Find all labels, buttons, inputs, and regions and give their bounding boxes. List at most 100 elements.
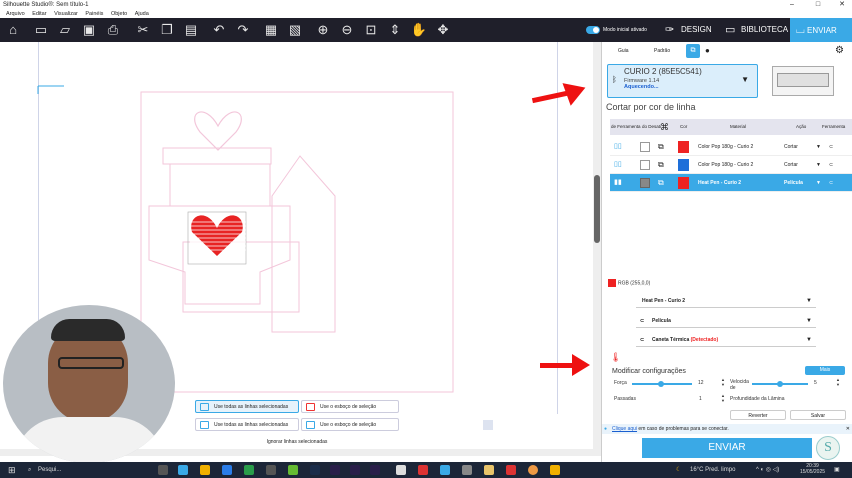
- notification-icon[interactable]: ▣: [834, 462, 840, 478]
- menu-visualizar[interactable]: Visualizar: [54, 11, 78, 17]
- menu-ajuda[interactable]: Ajuda: [135, 11, 149, 17]
- tab-line-color-icon[interactable]: ⧉: [686, 44, 700, 58]
- row-material[interactable]: Color Pop 180g - Curio 2: [698, 156, 753, 174]
- premiere-icon[interactable]: [350, 465, 360, 475]
- zoom-in-icon[interactable]: ⊕: [314, 21, 332, 39]
- tab-padrao[interactable]: Padrão: [654, 42, 670, 60]
- new-file-icon[interactable]: ▭: [32, 21, 50, 39]
- windows-start-icon[interactable]: ⊞: [8, 462, 16, 478]
- velocidade-slider-knob[interactable]: [777, 381, 783, 387]
- paste-icon[interactable]: ▤: [182, 21, 200, 39]
- menu-objeto[interactable]: Objeto: [111, 11, 127, 17]
- print-icon[interactable]: ⎙: [104, 21, 122, 39]
- group-icon[interactable]: ▦: [262, 21, 280, 39]
- save-icon[interactable]: ▣: [80, 21, 98, 39]
- explorer-icon[interactable]: [200, 465, 210, 475]
- velocidade-value[interactable]: 5: [814, 380, 817, 386]
- tab-fill-color-icon[interactable]: ●: [705, 42, 710, 60]
- clock[interactable]: 20:39 15/05/2025: [800, 463, 825, 475]
- row-material[interactable]: Color Pop 180g - Curio 2: [698, 138, 753, 156]
- maximize-button[interactable]: □: [808, 0, 828, 10]
- menu-paineis[interactable]: Painéis: [85, 11, 103, 17]
- menu-editar[interactable]: Editar: [32, 11, 46, 17]
- task-view-icon[interactable]: [158, 465, 168, 475]
- after-effects-icon[interactable]: [330, 465, 340, 475]
- reverter-button[interactable]: Reverter: [730, 410, 786, 420]
- salvar-button[interactable]: Salvar: [790, 410, 846, 420]
- action-select[interactable]: ⊂ Película ▼: [636, 314, 816, 328]
- link-row-icon[interactable]: ⧉: [658, 156, 664, 174]
- use-sketch-selection-button[interactable]: Use o esboço de seleção: [301, 400, 399, 413]
- scrollbar-thumb[interactable]: [594, 175, 600, 243]
- chevron-down-icon[interactable]: ▼: [816, 138, 821, 156]
- use-all-selected-button-2[interactable]: Use todas as linhas selecionadas: [195, 418, 299, 431]
- enviar-tab[interactable]: ⌴ ENVIAR: [790, 18, 852, 42]
- minimize-button[interactable]: –: [782, 0, 802, 10]
- table-row-selected[interactable]: ▮▮ ⧉ Heat Pen - Curio 2 Película ▼ ⊂: [610, 174, 852, 192]
- system-tray-icons[interactable]: ^ ◐ ◎ ◁): [756, 462, 779, 478]
- ungroup-icon[interactable]: ▧: [286, 21, 304, 39]
- chrome-icon[interactable]: [528, 465, 538, 475]
- copilot-icon[interactable]: [178, 465, 188, 475]
- menu-arquivo[interactable]: Arquivo: [6, 11, 25, 17]
- design-tab[interactable]: DESIGN: [681, 18, 712, 42]
- forca-value[interactable]: 12: [698, 380, 704, 386]
- velocidade-stepper[interactable]: ▲ ▼: [836, 377, 840, 387]
- app-icon[interactable]: [418, 465, 428, 475]
- passadas-stepper[interactable]: ▲ ▼: [721, 393, 725, 403]
- app-icon[interactable]: [462, 465, 472, 475]
- app-icon[interactable]: [550, 465, 560, 475]
- chevron-down-icon[interactable]: ▼: [816, 174, 821, 192]
- use-all-selected-button[interactable]: Use todas as linhas selecionadas: [195, 400, 299, 413]
- disable-checkbox-checked[interactable]: [640, 178, 650, 188]
- add-page-icon[interactable]: ✥: [434, 21, 452, 39]
- row-action[interactable]: Cortar: [784, 138, 798, 156]
- table-row[interactable]: ▯▯ ⧉ Color Pop 180g - Curio 2 Cortar ▼ ⊂: [610, 138, 852, 156]
- vertical-scrollbar[interactable]: [593, 42, 601, 456]
- table-row[interactable]: ▯▯ ⧉ Color Pop 180g - Curio 2 Cortar ▼ ⊂: [610, 156, 852, 174]
- forca-slider-knob[interactable]: [657, 381, 664, 387]
- mais-button[interactable]: Mais: [805, 366, 845, 375]
- device-selector[interactable]: ᛒ CURIO 2 (85E5C541) Firmware 1.14 Aquec…: [607, 64, 758, 98]
- close-icon[interactable]: ✕: [846, 424, 850, 434]
- app-icon[interactable]: [396, 465, 406, 475]
- link-row-icon[interactable]: ⧉: [658, 174, 664, 192]
- copy-icon[interactable]: ❐: [158, 21, 176, 39]
- send-button[interactable]: ENVIAR: [642, 438, 812, 458]
- move-icon[interactable]: ⇕: [386, 21, 404, 39]
- tab-guia[interactable]: Guia: [618, 42, 629, 60]
- app-icon[interactable]: [506, 465, 516, 475]
- heart-shape[interactable]: [190, 215, 246, 256]
- click-here-link[interactable]: Clique aqui: [612, 426, 637, 432]
- redo-icon[interactable]: ↷: [234, 21, 252, 39]
- taskbar-search[interactable]: Pesqui...: [38, 462, 61, 478]
- material-select[interactable]: Heat Pen - Curio 2 ▼: [636, 294, 816, 308]
- use-sketch-selection-button-2[interactable]: Use o esboço de seleção: [301, 418, 399, 431]
- weather-text[interactable]: 16°C Pred. limpo: [690, 462, 735, 478]
- link-row-icon[interactable]: ⧉: [658, 138, 664, 156]
- color-swatch[interactable]: [678, 141, 689, 153]
- app-icon[interactable]: [266, 465, 276, 475]
- row-action[interactable]: Cortar: [784, 156, 798, 174]
- row-material[interactable]: Heat Pen - Curio 2: [698, 174, 741, 192]
- ignore-selected-button[interactable]: Ignorar linhas selecionadas: [247, 436, 347, 449]
- app-icon[interactable]: [484, 465, 494, 475]
- color-swatch[interactable]: [678, 177, 689, 189]
- home-icon[interactable]: ⌂: [4, 21, 22, 39]
- undo-icon[interactable]: ↶: [210, 21, 228, 39]
- edge-icon[interactable]: [222, 465, 232, 475]
- silhouette-icon[interactable]: [440, 465, 450, 475]
- zoom-out-icon[interactable]: ⊖: [338, 21, 356, 39]
- app-icon[interactable]: [288, 465, 298, 475]
- disable-checkbox[interactable]: [640, 142, 650, 152]
- gear-icon[interactable]: ⚙: [835, 42, 844, 60]
- media-encoder-icon[interactable]: [370, 465, 380, 475]
- disable-checkbox[interactable]: [640, 160, 650, 170]
- forca-stepper[interactable]: ▲ ▼: [721, 377, 725, 387]
- color-swatch[interactable]: [678, 159, 689, 171]
- photoshop-icon[interactable]: [310, 465, 320, 475]
- spotify-icon[interactable]: [244, 465, 254, 475]
- open-folder-icon[interactable]: ▱: [56, 21, 74, 39]
- home-mode-toggle[interactable]: [586, 26, 600, 34]
- cut-icon[interactable]: ✂: [134, 21, 152, 39]
